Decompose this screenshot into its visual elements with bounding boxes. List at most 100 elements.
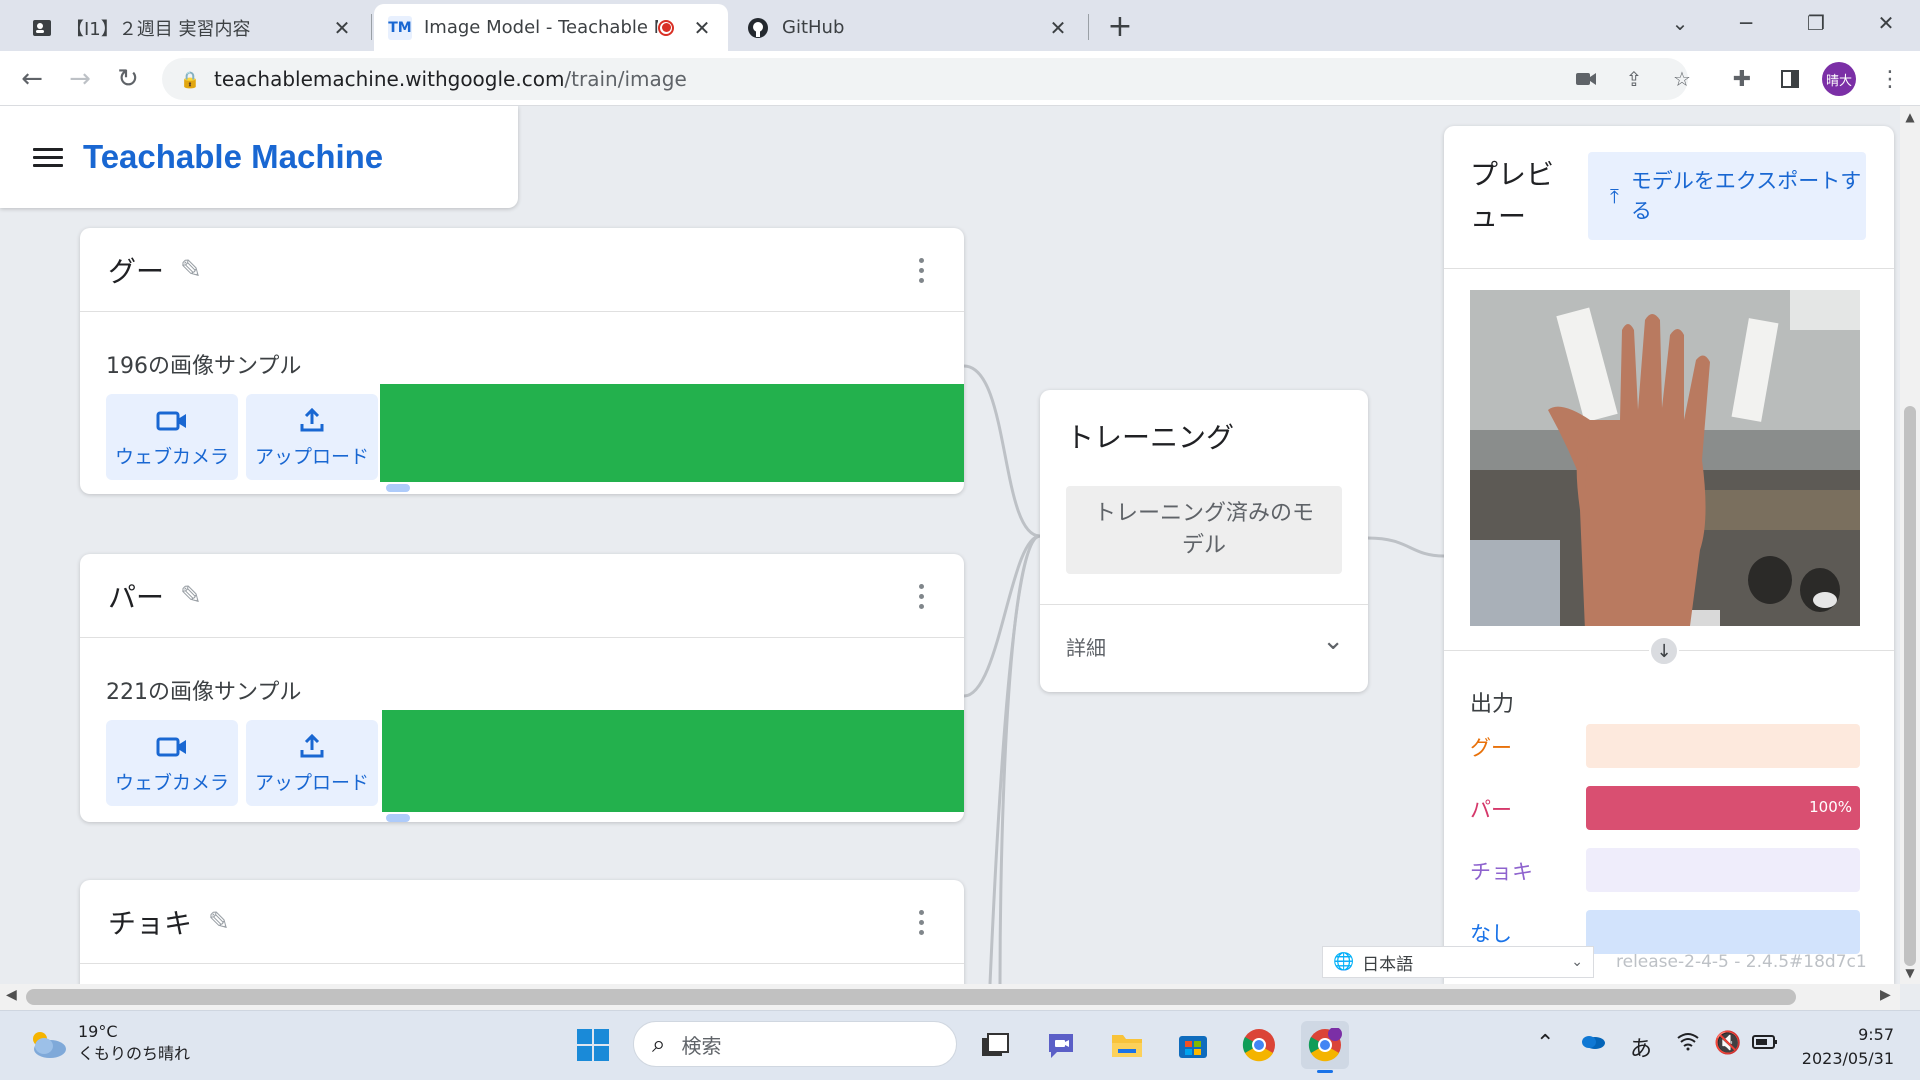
details-label[interactable]: 詳細 (1066, 632, 1106, 661)
chevron-down-icon: ⌄ (1571, 954, 1583, 970)
scroll-left-icon[interactable]: ◀ (6, 987, 17, 1003)
close-tab-icon[interactable]: ✕ (690, 16, 714, 40)
hamburger-menu-icon[interactable] (33, 147, 63, 167)
tab-search-icon[interactable]: ⌄ (1650, 0, 1710, 45)
output-bar-gu (1586, 724, 1860, 768)
class-name[interactable]: チョキ (108, 902, 192, 942)
upload-arrow-icon: ⤒ (1610, 184, 1619, 208)
speaker-muted-icon[interactable]: 🔇 (1714, 1031, 1741, 1056)
tab-strip: 【I1】２週目 実習内容 ✕ TM Image Model - Teachabl… (0, 0, 1920, 51)
output-bar-pa: 100% (1586, 786, 1860, 830)
tab-title: GitHub (782, 17, 845, 38)
scroll-thumb[interactable] (26, 989, 1796, 1005)
windows-taskbar: 19°C くもりのち晴れ ⌕ 検索 ⌃ あ 🔇 9:57 2023/05/31 (0, 1010, 1920, 1080)
scroll-up-icon[interactable]: ▲ (1900, 110, 1920, 124)
page-content: Teachable Machine グー ✎ 196の画像サンプル ウェブカメラ… (0, 106, 1900, 984)
restore-icon[interactable]: ❐ (1786, 0, 1846, 45)
connector-line (998, 534, 1041, 984)
chrome-profile-icon[interactable] (1301, 1021, 1349, 1073)
onedrive-cloud-icon[interactable] (1580, 1031, 1606, 1056)
output-bar-nashi (1586, 910, 1860, 954)
upload-button[interactable]: アップロード (246, 394, 378, 480)
sample-scroll-thumb[interactable] (386, 814, 410, 822)
scroll-right-icon[interactable]: ▶ (1880, 987, 1891, 1003)
export-label: モデルをエクスポートする (1630, 169, 1862, 223)
weather-widget[interactable]: 19°C くもりのち晴れ (28, 1021, 190, 1065)
windows-start-icon[interactable] (569, 1021, 617, 1069)
vertical-scrollbar[interactable]: ▲ ▼ (1900, 106, 1920, 984)
horizontal-scrollbar[interactable]: ◀ ▶ (0, 984, 1900, 1010)
scroll-down-icon[interactable]: ▼ (1900, 966, 1920, 980)
language-select[interactable]: 🌐 日本語 ⌄ (1322, 946, 1594, 978)
preview-title: プレビュー (1470, 158, 1555, 233)
tab-github[interactable]: GitHub ✕ (732, 4, 1084, 51)
arrow-down-icon[interactable]: ↓ (1649, 636, 1679, 666)
ime-indicator[interactable]: あ (1630, 1031, 1652, 1063)
video-camera-icon (156, 732, 188, 768)
edit-pencil-icon[interactable]: ✎ (208, 907, 230, 937)
battery-icon[interactable] (1752, 1031, 1778, 1056)
chrome-icon[interactable] (1235, 1021, 1283, 1069)
output-label-pa: パー (1470, 798, 1512, 822)
task-view-icon[interactable] (971, 1021, 1019, 1069)
upload-icon (299, 406, 325, 442)
system-clock[interactable]: 9:57 2023/05/31 (1796, 1023, 1894, 1071)
sample-count: 221の画像サンプル (106, 680, 302, 705)
tab-separator (371, 14, 372, 40)
chevron-down-icon[interactable]: ⌄ (1322, 626, 1344, 656)
sample-thumbnails (382, 710, 964, 812)
minimize-icon[interactable]: ─ (1716, 0, 1776, 45)
github-icon (746, 16, 770, 40)
tab-image-model[interactable]: TM Image Model - Teachable Ma ✕ (374, 4, 728, 51)
search-placeholder: 検索 (681, 1033, 722, 1058)
camera-icon[interactable] (1566, 58, 1606, 100)
close-tab-icon[interactable]: ✕ (330, 16, 354, 40)
more-options-icon[interactable] (919, 910, 924, 935)
sample-scroll-thumb[interactable] (386, 484, 410, 492)
edit-pencil-icon[interactable]: ✎ (180, 255, 202, 285)
url-field[interactable]: 🔒 teachablemachine.withgoogle.com/train/… (162, 58, 1691, 100)
profile-avatar[interactable]: 晴大 (1822, 62, 1856, 96)
recording-icon (658, 19, 674, 36)
microsoft-store-icon[interactable] (1169, 1021, 1217, 1069)
new-tab-button[interactable]: + (1100, 6, 1140, 46)
wifi-icon[interactable] (1676, 1031, 1700, 1057)
upload-icon (299, 732, 325, 768)
url-host: teachablemachine.withgoogle.com (214, 67, 565, 91)
edit-pencil-icon[interactable]: ✎ (180, 581, 202, 611)
webcam-button[interactable]: ウェブカメラ (106, 394, 238, 480)
file-explorer-icon[interactable] (1103, 1021, 1151, 1069)
chevron-up-icon[interactable]: ⌃ (1536, 1031, 1554, 1056)
close-tab-icon[interactable]: ✕ (1046, 16, 1070, 40)
close-window-icon[interactable]: ✕ (1856, 0, 1916, 45)
forward-icon[interactable]: → (60, 59, 100, 99)
menu-icon[interactable]: ⋮ (1870, 59, 1910, 99)
scroll-thumb[interactable] (1904, 406, 1916, 966)
output-label-nashi: なし (1470, 922, 1512, 946)
webcam-preview (1470, 290, 1860, 626)
more-options-icon[interactable] (919, 258, 924, 283)
extensions-icon[interactable]: ✚ (1722, 59, 1762, 99)
address-bar: ← → ↻ 🔒 teachablemachine.withgoogle.com /… (0, 51, 1920, 106)
more-options-icon[interactable] (919, 584, 924, 609)
class-name[interactable]: グー (108, 250, 164, 290)
clock-date: 2023/05/31 (1801, 1049, 1894, 1068)
train-model-button[interactable]: トレーニング済みのモデル (1066, 486, 1342, 574)
share-icon[interactable]: ⇪ (1614, 58, 1654, 100)
upload-button[interactable]: アップロード (246, 720, 378, 806)
tab-jisshu[interactable]: 【I1】２週目 実習内容 ✕ (16, 4, 368, 51)
weather-desc: くもりのち晴れ (78, 1044, 191, 1063)
video-camera-icon (156, 406, 188, 442)
class-card-choki: チョキ ✎ (80, 880, 964, 984)
bookmark-star-icon[interactable]: ☆ (1662, 58, 1702, 100)
taskbar-search[interactable]: ⌕ 検索 (633, 1021, 957, 1067)
back-icon[interactable]: ← (12, 59, 52, 99)
reload-icon[interactable]: ↻ (108, 59, 148, 99)
weather-temp: 19°C (78, 1022, 118, 1041)
class-name[interactable]: パー (108, 576, 164, 616)
webcam-button[interactable]: ウェブカメラ (106, 720, 238, 806)
cloud-sun-icon (28, 1029, 68, 1058)
side-panel-icon[interactable] (1770, 59, 1810, 99)
teams-chat-icon[interactable] (1037, 1021, 1085, 1069)
export-model-button[interactable]: ⤒ モデルをエクスポートする (1588, 152, 1866, 240)
